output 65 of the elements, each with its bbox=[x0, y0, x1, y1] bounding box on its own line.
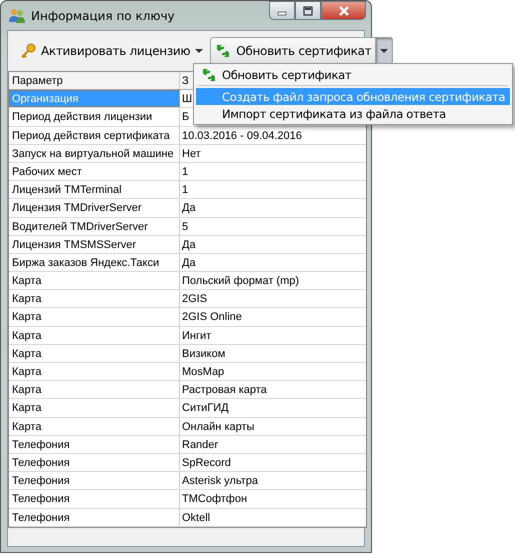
table-cell[interactable]: Телефония bbox=[9, 490, 180, 508]
table-cell[interactable]: Телефония bbox=[9, 508, 180, 526]
table-cell[interactable]: Водителей TMDriverServer bbox=[9, 218, 180, 235]
table-cell-text: Ингит bbox=[181, 328, 212, 344]
table-cell[interactable]: Карта bbox=[9, 363, 180, 380]
refresh-icon bbox=[201, 66, 217, 82]
table-cell-text: Б bbox=[181, 110, 190, 126]
table-cell-text: SpRecord bbox=[181, 456, 232, 471]
table-cell-text: MosMap bbox=[181, 365, 226, 380]
table-cell-text: Rander bbox=[181, 438, 220, 453]
table-cell[interactable]: Период действия сертификата bbox=[9, 126, 180, 144]
table-cell-text: Онлайн карты bbox=[181, 420, 256, 435]
table-cell-text: Да bbox=[181, 201, 197, 216]
users-icon bbox=[8, 8, 26, 24]
table-cell[interactable]: Карта bbox=[9, 344, 180, 362]
table-cell[interactable]: Телефония bbox=[9, 436, 180, 453]
table-cell[interactable]: Карта bbox=[9, 326, 180, 344]
table-cell-text: Растровая карта bbox=[181, 383, 268, 398]
table-cell[interactable]: Период действия лицензии bbox=[9, 108, 180, 126]
activate-license-button[interactable]: Активировать лицензию bbox=[15, 39, 208, 63]
table-cell-text: TMСофтфон bbox=[181, 492, 248, 508]
table-cell[interactable]: Лицензий TMTerminal bbox=[9, 181, 180, 198]
table-cell-text: 1 bbox=[181, 164, 190, 180]
table-cell[interactable]: Карта bbox=[9, 290, 180, 308]
close-icon bbox=[336, 4, 350, 16]
table-cell-text: Польский формат (mp) bbox=[181, 274, 300, 290]
table-cell-text: Oktell bbox=[181, 510, 212, 526]
table-cell[interactable]: Карта bbox=[9, 418, 180, 435]
menu-item[interactable]: Импорт сертификата из файла ответа bbox=[196, 105, 510, 122]
table-cell[interactable]: Телефония bbox=[9, 454, 180, 472]
window-title: Информация по ключу bbox=[31, 8, 175, 22]
table-cell-text: Да bbox=[181, 256, 197, 271]
table-cell-text: Asterisk ультра bbox=[181, 474, 259, 490]
table-cell[interactable]: Запуск на виртуальной машине bbox=[9, 144, 180, 162]
table-cell[interactable]: Рабочих мест bbox=[9, 162, 180, 180]
table-cell[interactable]: Телефония bbox=[9, 472, 180, 490]
caret-icon bbox=[380, 48, 388, 54]
table-cell[interactable]: Карта bbox=[9, 381, 180, 398]
table-cell-text: Нет bbox=[181, 146, 202, 162]
table-cell-text: 2GIS Online bbox=[181, 310, 243, 326]
table-cell-text: Ш bbox=[181, 92, 194, 108]
maximize-icon bbox=[302, 6, 314, 16]
table-cell[interactable]: Карта bbox=[9, 272, 180, 290]
refresh-icon bbox=[215, 43, 232, 59]
table-cell-text: 5 bbox=[181, 220, 190, 234]
table-cell-text: 10.03.2016 - 09.04.2016 bbox=[181, 128, 303, 144]
table-cell[interactable]: Лицензия TMSMSServer bbox=[9, 236, 180, 253]
column-header[interactable]: Параметр bbox=[9, 72, 180, 90]
key-icon bbox=[20, 43, 36, 59]
minimize-button[interactable] bbox=[269, 1, 295, 20]
table-cell-text: 1 bbox=[181, 183, 190, 198]
table-cell-text: СитиГИД bbox=[181, 401, 230, 416]
column-header[interactable]: З bbox=[180, 72, 192, 90]
maximize-button[interactable] bbox=[295, 1, 321, 20]
table-cell[interactable]: Карта bbox=[9, 399, 180, 417]
table-cell[interactable]: Лицензия TMDriverServer bbox=[9, 199, 180, 216]
table-cell-text: 2GIS bbox=[181, 292, 208, 308]
table-cell[interactable]: Карта bbox=[9, 308, 180, 326]
table-cell-text: Да bbox=[181, 238, 197, 253]
table-cell[interactable]: Биржа заказов Яндекс.Такси bbox=[9, 254, 180, 272]
menu-item[interactable]: Обновить сертификат bbox=[196, 66, 510, 83]
close-button[interactable] bbox=[321, 1, 366, 20]
dropdown-button[interactable] bbox=[375, 38, 392, 64]
caret-icon bbox=[195, 48, 204, 54]
table-cell-text: Визиком bbox=[181, 346, 226, 362]
